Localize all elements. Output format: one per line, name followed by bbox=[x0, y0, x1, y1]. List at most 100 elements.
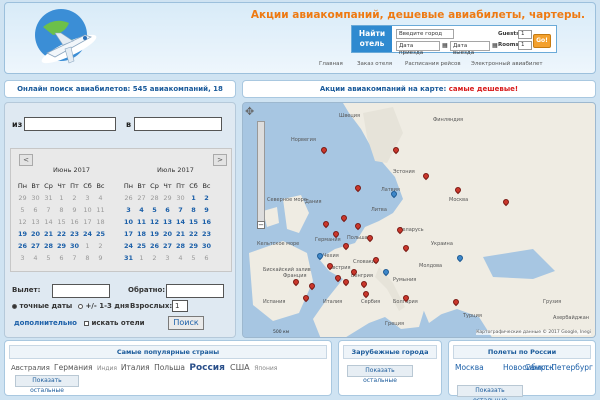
map-scale: 500 км bbox=[273, 330, 290, 335]
checkbox-search-hotels[interactable] bbox=[84, 320, 89, 326]
calendar-day[interactable]: 28 bbox=[174, 240, 187, 252]
hotel-city-input[interactable]: Введите город bbox=[396, 29, 454, 39]
exact-dates-option[interactable]: точные даты bbox=[12, 302, 72, 310]
country-link[interactable]: США bbox=[230, 363, 252, 372]
calendar-day: 12 bbox=[18, 218, 27, 226]
calendar-day[interactable]: 22 bbox=[187, 228, 200, 240]
calendar-day[interactable]: 24 bbox=[81, 228, 94, 240]
calendar-day[interactable]: 6 bbox=[161, 204, 174, 216]
calendar-day: 26 bbox=[124, 194, 133, 202]
rooms-select[interactable]: 1 bbox=[518, 41, 532, 50]
calendar-day[interactable]: 20 bbox=[29, 228, 42, 240]
map-country-label: Греция bbox=[385, 321, 404, 327]
calendar-day[interactable]: 7 bbox=[174, 204, 187, 216]
map-country-label: Турция bbox=[463, 313, 482, 319]
country-link[interactable]: Россия bbox=[189, 363, 228, 373]
departure-date-input[interactable] bbox=[52, 284, 110, 298]
calendar-day[interactable]: 17 bbox=[122, 228, 135, 240]
calendar-day[interactable]: 23 bbox=[200, 228, 213, 240]
calendar-day[interactable]: 8 bbox=[187, 204, 200, 216]
map-pan-icon[interactable]: ✥ bbox=[245, 105, 254, 118]
from-input[interactable] bbox=[24, 117, 116, 131]
calendar-day[interactable]: 28 bbox=[42, 240, 55, 252]
calendar-day[interactable]: 10 bbox=[122, 216, 135, 228]
nav-home[interactable]: Главная bbox=[319, 61, 343, 67]
russia-city-link[interactable]: Санкт-Петербург bbox=[455, 363, 593, 373]
calendar-day[interactable]: 30 bbox=[200, 240, 213, 252]
advanced-options-link[interactable]: дополнительно bbox=[14, 319, 77, 327]
calendar-day[interactable]: 25 bbox=[94, 228, 107, 240]
calendar-day[interactable]: 4 bbox=[135, 204, 148, 216]
go-button[interactable]: Go! bbox=[533, 34, 551, 48]
calendar-day[interactable]: 19 bbox=[148, 228, 161, 240]
country-link[interactable]: Индия bbox=[97, 365, 119, 372]
calendar-day[interactable]: 30 bbox=[68, 240, 81, 252]
country-link[interactable]: Польша bbox=[154, 363, 187, 372]
calendar-icon[interactable]: ▦ bbox=[492, 42, 498, 49]
search-button[interactable]: Поиск bbox=[168, 316, 204, 330]
country-link[interactable]: Япония bbox=[254, 365, 277, 372]
calendar-grid-july: Пн Вт Ср Чт Пт Сб Вс 26 27 28 29 30 1 2 3 4 5 6 7 8 9 10 11 12 1… bbox=[122, 180, 213, 264]
country-link[interactable]: Италия bbox=[121, 363, 152, 372]
calendar-day[interactable]: 9 bbox=[200, 204, 213, 216]
to-input[interactable] bbox=[134, 117, 222, 131]
calendar-day[interactable]: 26 bbox=[148, 240, 161, 252]
nav-flight-schedule[interactable]: Расписания рейсов bbox=[405, 61, 461, 67]
calendar-day[interactable]: 27 bbox=[29, 240, 42, 252]
calendar-day: 5 bbox=[20, 206, 25, 214]
calendar-icon[interactable]: ▦ bbox=[442, 42, 448, 49]
calendar-day[interactable]: 5 bbox=[148, 204, 161, 216]
country-link[interactable]: Германия bbox=[54, 363, 95, 372]
airplane-globe-logo[interactable] bbox=[25, 5, 105, 71]
calendar-day[interactable]: 22 bbox=[55, 228, 68, 240]
country-link[interactable]: Австралия bbox=[11, 364, 52, 372]
next-month-button[interactable]: > bbox=[213, 154, 227, 166]
calendar-day[interactable]: 29 bbox=[187, 240, 200, 252]
calendar-day[interactable]: 29 bbox=[55, 240, 68, 252]
deals-map[interactable]: ✥ − Швеция Финляндия Норвегия Эстония Латвия… bbox=[242, 102, 596, 338]
show-more-russia-button[interactable]: Показать остальные bbox=[457, 385, 523, 400]
find-hotel-button[interactable]: Найти отель bbox=[352, 26, 392, 52]
map-attribution: Картографические данные © 2017 Google, I… bbox=[476, 330, 591, 335]
guests-select[interactable]: 1 bbox=[518, 30, 532, 39]
map-zoom-out-button[interactable]: − bbox=[257, 221, 265, 229]
map-country-label: Германия bbox=[315, 237, 341, 243]
calendar-day: 3 bbox=[85, 194, 90, 202]
adults-select[interactable]: 1 bbox=[172, 300, 188, 312]
calendar-day[interactable]: 14 bbox=[174, 216, 187, 228]
show-more-countries-button[interactable]: Показать остальные bbox=[15, 375, 79, 394]
calendar-day[interactable]: 18 bbox=[135, 228, 148, 240]
calendar-day[interactable]: 21 bbox=[174, 228, 187, 240]
calendar-day[interactable]: 2 bbox=[200, 192, 213, 204]
calendar-day[interactable]: 25 bbox=[135, 240, 148, 252]
calendar-day[interactable]: 16 bbox=[200, 216, 213, 228]
radio-exact-dates[interactable] bbox=[12, 303, 17, 309]
calendar-day[interactable]: 23 bbox=[68, 228, 81, 240]
map-zoom-slider[interactable] bbox=[257, 121, 265, 229]
calendar-day[interactable]: 20 bbox=[161, 228, 174, 240]
calendar-day[interactable]: 24 bbox=[122, 240, 135, 252]
return-date-input[interactable] bbox=[166, 284, 224, 298]
calendar-day[interactable]: 31 bbox=[122, 252, 135, 264]
radio-flex-dates[interactable] bbox=[78, 303, 83, 309]
to-label: в bbox=[126, 120, 132, 129]
prev-month-button[interactable]: < bbox=[19, 154, 33, 166]
calendar-day[interactable]: 1 bbox=[187, 192, 200, 204]
russia-flights-title: Полеты по России bbox=[453, 345, 591, 359]
flex-dates-option[interactable]: +/- 1-3 дня bbox=[78, 302, 129, 310]
nav-hotel-booking[interactable]: Заказ отеля bbox=[357, 61, 392, 67]
calendar-day[interactable]: 26 bbox=[16, 240, 29, 252]
calendar-day[interactable]: 3 bbox=[122, 204, 135, 216]
calendar-day[interactable]: 12 bbox=[148, 216, 161, 228]
calendar-day[interactable]: 27 bbox=[161, 240, 174, 252]
calendar-day[interactable]: 19 bbox=[16, 228, 29, 240]
search-hotels-option[interactable]: искать отели bbox=[84, 319, 145, 327]
calendar-day[interactable]: 15 bbox=[187, 216, 200, 228]
calendar-day[interactable]: 21 bbox=[42, 228, 55, 240]
calendar-day[interactable]: 13 bbox=[161, 216, 174, 228]
hotel-checkin-input[interactable]: Дата приезда bbox=[396, 41, 440, 56]
nav-eticket[interactable]: Электронный авиабилет bbox=[471, 61, 543, 67]
show-more-cities-button[interactable]: Показать остальные bbox=[347, 365, 413, 384]
calendar-day[interactable]: 11 bbox=[135, 216, 148, 228]
hotel-checkout-input[interactable]: Дата выезда bbox=[450, 41, 490, 56]
